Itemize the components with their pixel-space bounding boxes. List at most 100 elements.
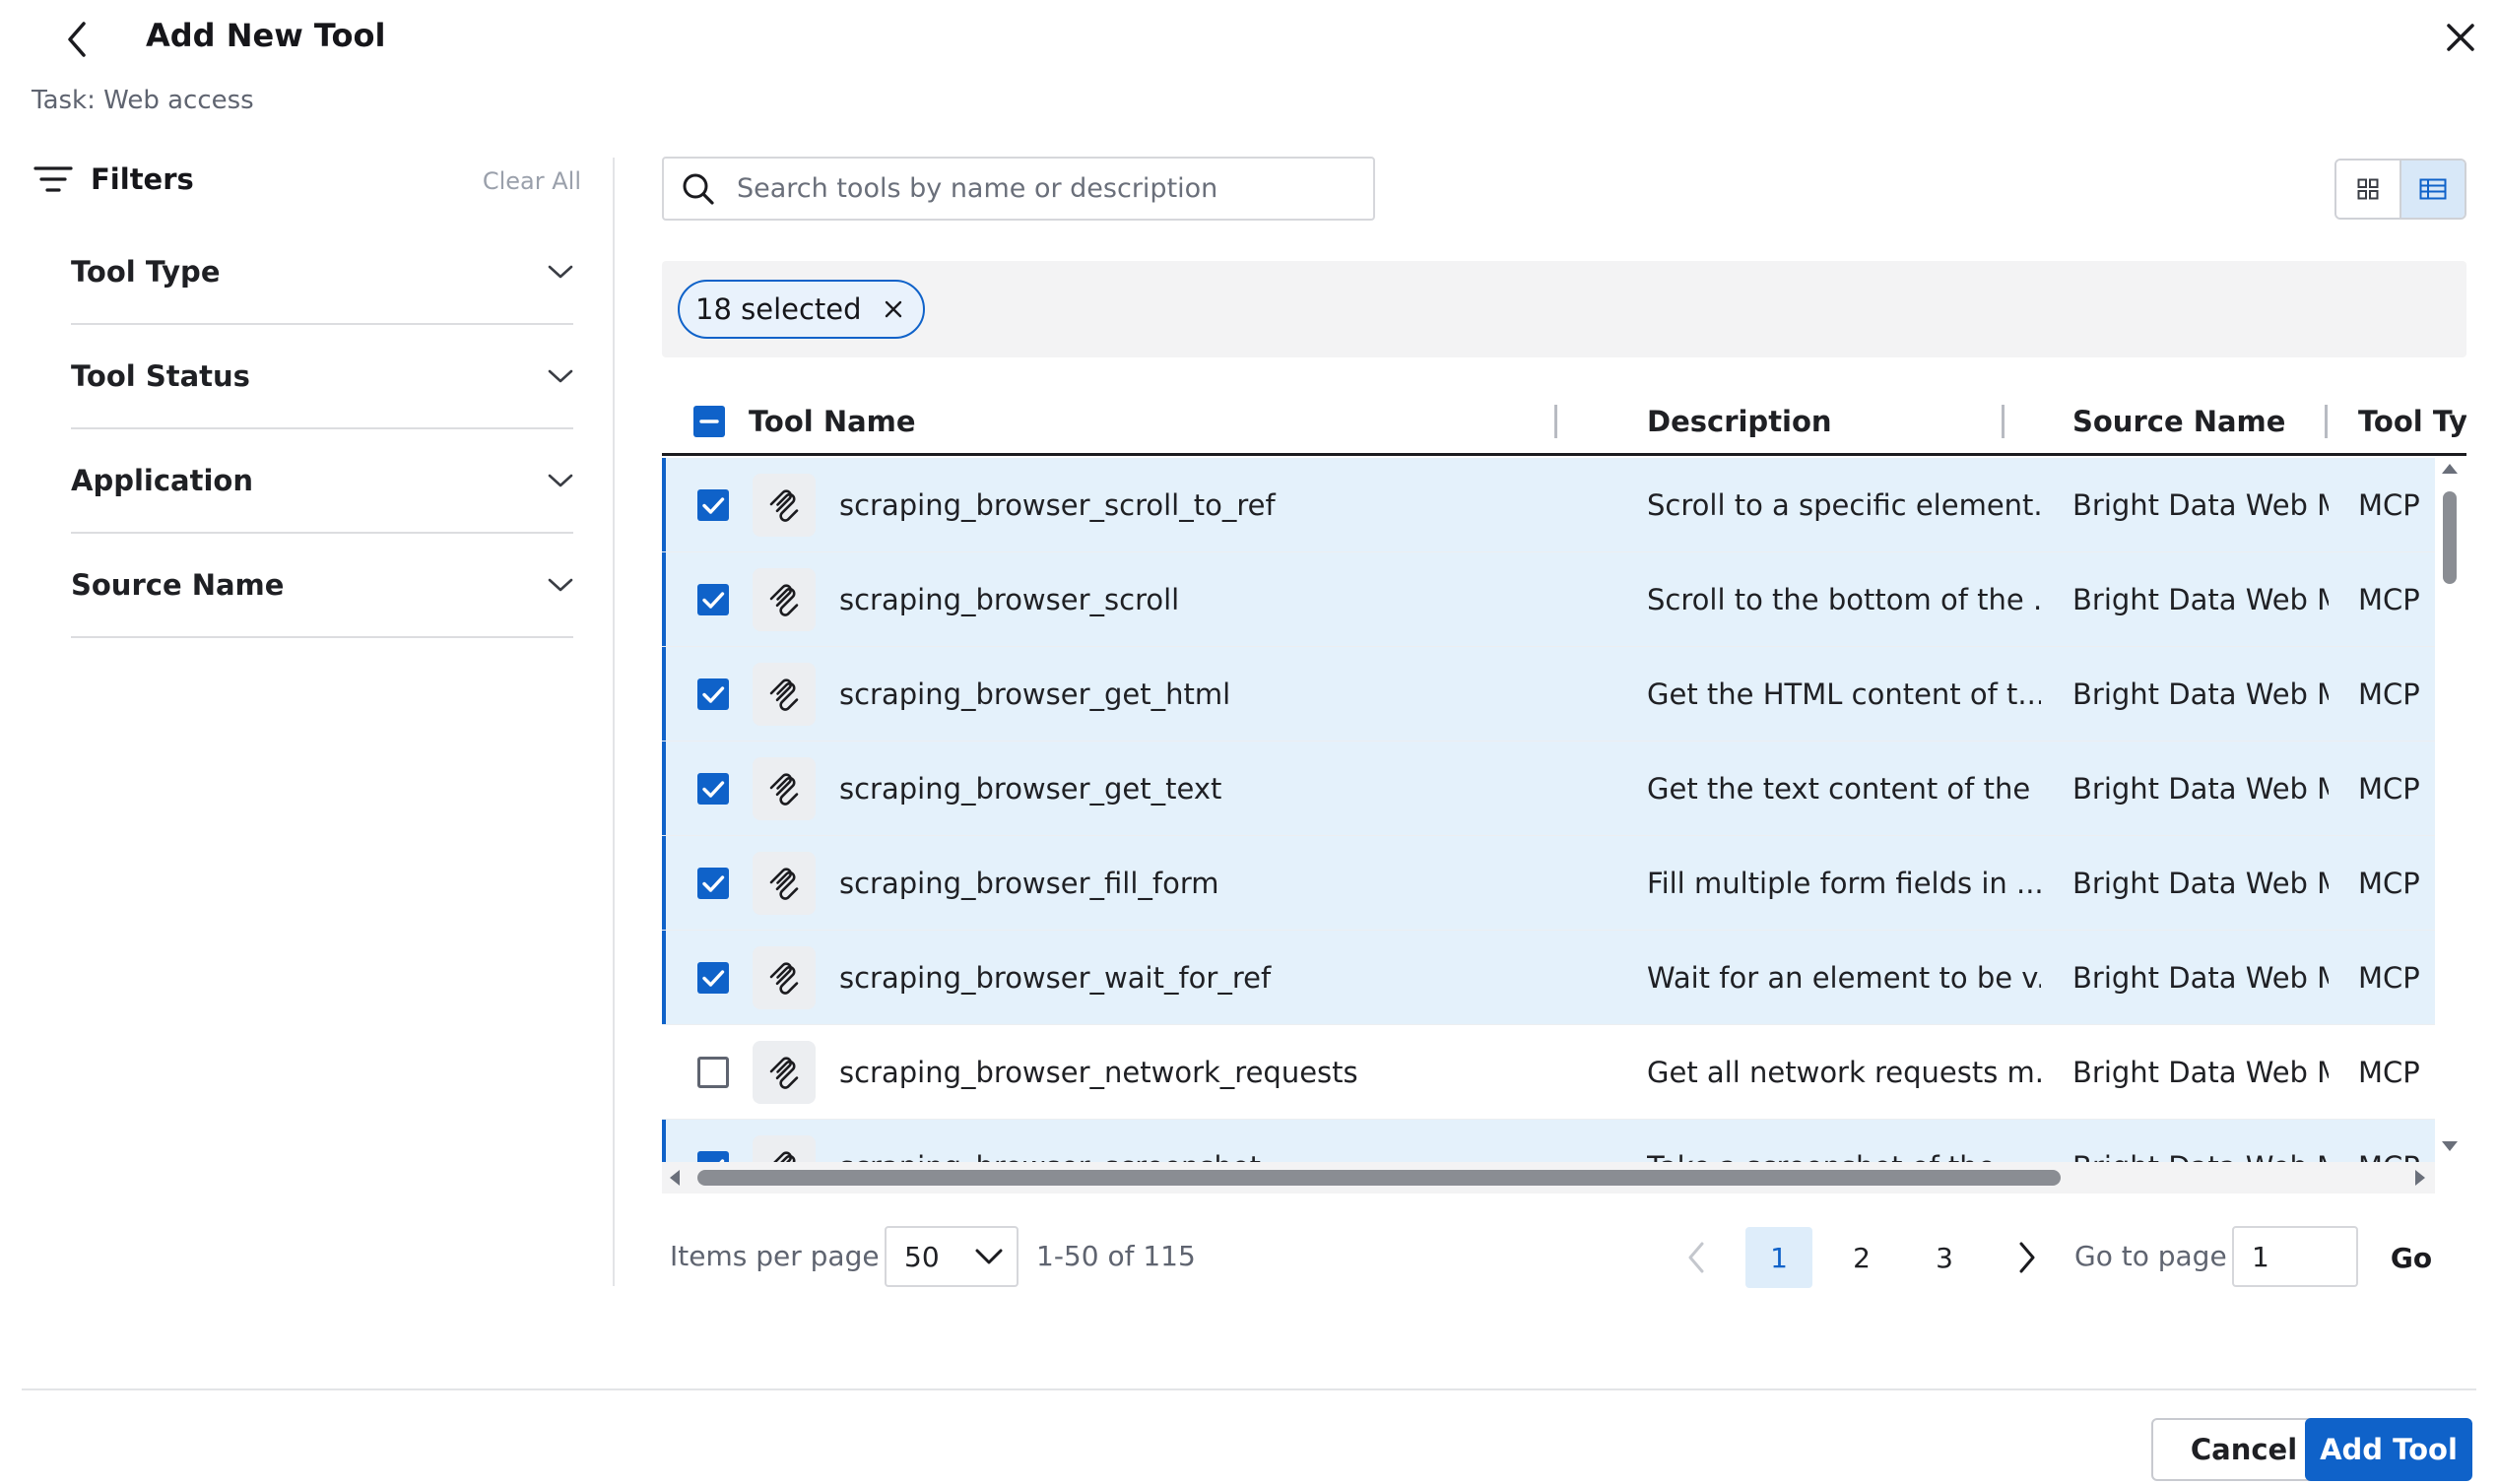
source-name-cell: Bright Data Web M — [2072, 867, 2329, 900]
previous-page-button[interactable] — [1663, 1227, 1730, 1288]
row-checkbox[interactable] — [697, 678, 729, 710]
tool-name-cell: scraping_browser_get_text — [839, 772, 1222, 806]
vertical-scrollbar-thumb[interactable] — [2443, 491, 2457, 584]
table-row[interactable]: scraping_browser_fill_form Fill multiple … — [662, 836, 2435, 931]
description-cell: Get all network requests m... — [1647, 1056, 2041, 1089]
filter-tool-type[interactable]: Tool Type — [71, 221, 573, 325]
vertical-scrollbar[interactable] — [2435, 458, 2465, 1165]
source-name-cell: Bright Data Web M — [2072, 583, 2329, 616]
table-row[interactable]: scraping_browser_network_requests Get all… — [662, 1025, 2435, 1120]
row-checkbox[interactable] — [697, 962, 729, 994]
column-resize-handle[interactable] — [2325, 405, 2328, 438]
table-row[interactable]: scraping_browser_screenshot Take a screen… — [662, 1120, 2435, 1165]
source-name-cell: Bright Data Web M — [2072, 772, 2329, 806]
column-resize-handle[interactable] — [2002, 405, 2005, 438]
page-button-3[interactable]: 3 — [1911, 1227, 1978, 1288]
filter-label: Tool Status — [71, 359, 250, 393]
close-button[interactable] — [2433, 10, 2488, 65]
mcp-tool-icon — [769, 962, 799, 995]
tool-icon-tile — [753, 852, 816, 915]
mcp-tool-icon — [769, 678, 799, 711]
table-row[interactable]: scraping_browser_scroll Scroll to the bot… — [662, 552, 2435, 647]
go-button[interactable]: Go — [2382, 1227, 2441, 1288]
scroll-up-icon[interactable] — [2441, 462, 2459, 476]
column-header-description[interactable]: Description — [1647, 389, 1832, 454]
selected-count-label: 18 selected — [695, 292, 862, 326]
chevron-right-icon — [2019, 1242, 2035, 1273]
search-box[interactable] — [662, 157, 1375, 221]
mcp-tool-icon — [769, 489, 799, 522]
scroll-left-icon[interactable] — [668, 1169, 682, 1187]
table-row[interactable]: scraping_browser_get_html Get the HTML co… — [662, 647, 2435, 742]
tool-name-cell: scraping_browser_scroll — [839, 583, 1180, 616]
source-name-cell: Bright Data Web M — [2072, 677, 2329, 711]
tool-name-cell: scraping_browser_screenshot — [839, 1120, 1588, 1165]
column-header-tool-name[interactable]: Tool Name — [749, 389, 916, 454]
filter-label: Source Name — [71, 568, 285, 602]
description-cell: Scroll to the bottom of the ... — [1647, 583, 2041, 616]
tool-name-cell: scraping_browser_network_requests — [839, 1056, 1358, 1089]
checkbox-checked-icon — [702, 497, 725, 514]
clear-all-link[interactable]: Clear All — [473, 165, 581, 197]
tool-icon-tile — [753, 568, 816, 631]
items-per-page-select[interactable]: 50 — [885, 1226, 1019, 1287]
selected-count-chip[interactable]: 18 selected — [678, 280, 925, 339]
row-checkbox[interactable] — [697, 489, 729, 521]
select-all-checkbox[interactable] — [693, 389, 725, 454]
horizontal-scrollbar-thumb[interactable] — [697, 1170, 2061, 1186]
checkbox-checked-icon — [702, 592, 725, 609]
tools-table: Tool Name Description Source Name Tool T… — [662, 389, 2466, 1165]
go-to-page-input[interactable] — [2232, 1226, 2358, 1287]
page-button-1[interactable]: 1 — [1745, 1227, 1812, 1288]
tool-icon-tile — [753, 474, 816, 537]
next-page-button[interactable] — [1994, 1227, 2061, 1288]
row-checkbox[interactable] — [697, 773, 729, 805]
grid-view-button[interactable] — [2336, 161, 2401, 218]
back-button[interactable] — [51, 14, 102, 65]
items-per-page-label: Items per page — [670, 1240, 880, 1272]
task-subtitle: Task: Web access — [32, 86, 254, 115]
scroll-down-icon[interactable] — [2441, 1139, 2459, 1153]
close-icon[interactable] — [884, 299, 903, 319]
page-button-2[interactable]: 2 — [1828, 1227, 1895, 1288]
chevron-down-icon — [975, 1249, 1003, 1264]
column-resize-handle[interactable] — [1554, 405, 1557, 438]
description-cell: Get the text content of the ... — [1647, 772, 2041, 806]
description-cell: Fill multiple form fields in ... — [1647, 867, 2041, 900]
row-checkbox[interactable] — [697, 584, 729, 615]
table-row[interactable]: scraping_browser_get_text Get the text co… — [662, 742, 2435, 836]
page-title: Add New Tool — [146, 17, 386, 54]
filter-source-name[interactable]: Source Name — [71, 534, 573, 638]
checkbox-checked-icon — [702, 686, 725, 703]
tool-icon-tile — [753, 663, 816, 726]
sidebar-divider — [613, 158, 615, 1286]
tool-name-cell: scraping_browser_get_html — [839, 677, 1231, 711]
row-checkbox[interactable] — [697, 868, 729, 899]
selection-bar — [662, 261, 2466, 357]
add-tool-button[interactable]: Add Tool — [2305, 1418, 2472, 1481]
search-input[interactable] — [737, 173, 1328, 204]
source-name-cell: Bright Data Web M — [2072, 961, 2329, 995]
tool-icon-tile — [753, 946, 816, 1009]
table-row[interactable]: scraping_browser_wait_for_ref Wait for an… — [662, 931, 2435, 1025]
list-view-button[interactable] — [2401, 161, 2465, 218]
column-header-source-name[interactable]: Source Name — [2072, 389, 2285, 454]
filter-application[interactable]: Application — [71, 429, 573, 534]
column-header-tool-type[interactable]: Tool Type — [2358, 389, 2466, 454]
mcp-tool-icon — [769, 1057, 799, 1089]
row-checkbox[interactable] — [697, 1057, 729, 1088]
description-cell: Take a screenshot of the ... — [1647, 1120, 2041, 1165]
chevron-down-icon — [548, 474, 573, 487]
horizontal-scrollbar[interactable] — [662, 1162, 2435, 1194]
close-icon — [2447, 24, 2474, 51]
mcp-tool-icon — [769, 773, 799, 806]
scroll-right-icon[interactable] — [2413, 1169, 2427, 1187]
table-row[interactable]: scraping_browser_scroll_to_ref Scroll to … — [662, 458, 2435, 552]
filter-tool-status[interactable]: Tool Status — [71, 325, 573, 429]
search-icon — [683, 173, 714, 205]
description-cell: Get the HTML content of t... — [1647, 677, 2041, 711]
table-header: Tool Name Description Source Name Tool T… — [662, 389, 2466, 456]
grid-icon — [2357, 178, 2379, 200]
view-toggle — [2334, 159, 2466, 220]
items-range: 1-50 of 115 — [1036, 1240, 1196, 1272]
